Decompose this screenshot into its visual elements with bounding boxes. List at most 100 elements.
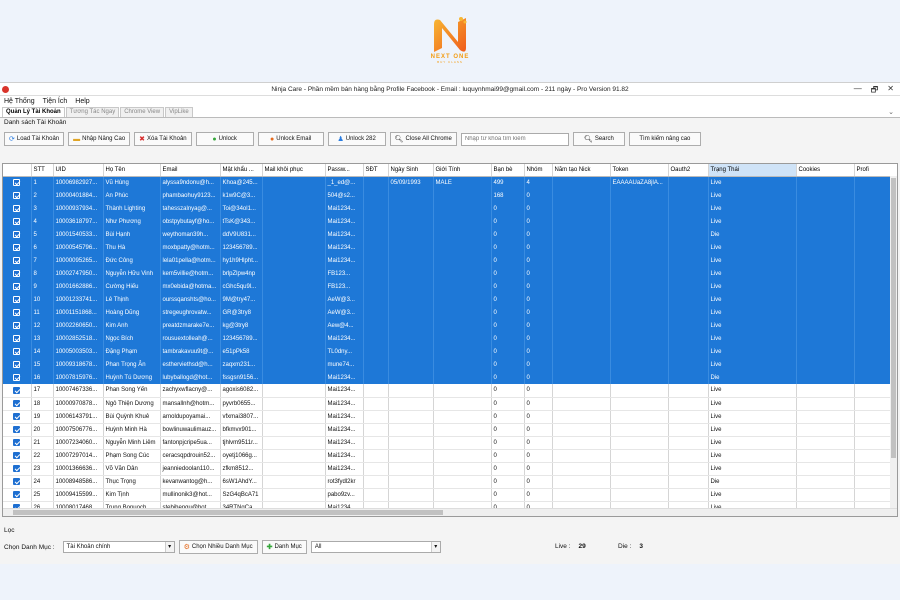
row-checkbox[interactable] xyxy=(3,176,32,189)
row-checkbox[interactable] xyxy=(3,254,32,267)
table-row[interactable]: 23 10001366636... Võ Văn Dân jeanniedoolan1… xyxy=(3,462,897,476)
row-checkbox[interactable] xyxy=(3,293,32,306)
row-checkbox[interactable] xyxy=(3,306,32,319)
table-row[interactable]: 12 10002260650... Kim Anh preatdzmarake7e..… xyxy=(3,319,897,332)
row-checkbox[interactable] xyxy=(3,462,32,476)
search-button[interactable]: 🔍︎ Search xyxy=(572,132,625,146)
column-header[interactable]: Mail khôi phục xyxy=(262,164,326,177)
add-category-button[interactable]: ✚ Danh Mục xyxy=(261,540,307,554)
table-cell: 0 xyxy=(524,228,553,241)
row-checkbox[interactable] xyxy=(3,332,32,345)
row-checkbox[interactable] xyxy=(3,280,32,293)
accounts-grid[interactable]: STT UID Họ Tên Email Mật khẩu ... Mail khôi p… xyxy=(2,163,898,517)
table-row[interactable]: 7 10000095265... Đức Công lela01pella@hotm.… xyxy=(3,254,897,267)
table-row[interactable]: 18 10000970878... Ngô Thiện Dương mansallnh… xyxy=(3,397,897,411)
unlock-button[interactable]: ● Unlock xyxy=(195,132,254,146)
column-header[interactable]: UID xyxy=(53,164,104,177)
row-checkbox[interactable] xyxy=(3,397,32,411)
advanced-import-button[interactable]: ▬ Nhập Nâng Cao xyxy=(68,132,131,146)
table-row[interactable]: 8 10002747950... Nguyễn Hữu Vinh kem5villie… xyxy=(3,267,897,280)
minimize-button[interactable]: — xyxy=(854,84,862,98)
delete-accounts-button[interactable]: ✖ Xóa Tài Khoản xyxy=(134,132,192,146)
column-header[interactable]: Ngày Sinh xyxy=(388,164,434,177)
row-checkbox[interactable] xyxy=(3,358,32,371)
restore-button[interactable]: 🗗 xyxy=(871,84,879,98)
table-row[interactable]: 22 10007297014... Phạm Song Cúc ceracsqpdro… xyxy=(3,449,897,463)
table-row[interactable]: 24 10008948586... Thục Trọng kevanwantog@h.… xyxy=(3,475,897,489)
unlock-email-button[interactable]: ● Unlock Email xyxy=(257,132,324,146)
table-row[interactable]: 9 10001662886... Cường Hiếu mx0ebida@hotma.… xyxy=(3,280,897,293)
column-header[interactable]: SĐT xyxy=(363,164,389,177)
tab-quan-ly-tai-khoan[interactable]: Quản Lý Tài Khoản xyxy=(2,107,65,117)
tab-chrome-view[interactable]: Chrome View xyxy=(120,107,165,117)
chevron-down-icon[interactable]: ⌄ xyxy=(888,108,894,116)
column-header[interactable]: Giới Tính xyxy=(433,164,492,177)
table-row[interactable]: 14 10005003503... Đặng Phạm tambrakavuu9t@.… xyxy=(3,345,897,358)
row-checkbox[interactable] xyxy=(3,202,32,215)
table-cell: tTsK@343... xyxy=(220,215,263,228)
table-row[interactable]: 13 10002852518... Ngọc Bích rousuextolleah@… xyxy=(3,332,897,345)
search-input[interactable] xyxy=(460,132,569,146)
row-checkbox[interactable] xyxy=(3,449,32,463)
menu-he-thong[interactable]: Hệ Thống xyxy=(4,98,35,105)
row-checkbox[interactable] xyxy=(3,436,32,450)
column-header[interactable]: Profi xyxy=(854,164,897,177)
load-accounts-button[interactable]: ⟳ Load Tài Khoản xyxy=(4,132,65,146)
category-select[interactable]: Tài Khoản chính ▾ xyxy=(62,541,175,553)
column-header[interactable]: Trạng Thái xyxy=(708,164,797,177)
table-row[interactable]: 3 10000937934... Thành Lighting tahesszalny… xyxy=(3,202,897,215)
row-checkbox[interactable] xyxy=(3,384,32,398)
row-checkbox[interactable] xyxy=(3,215,32,228)
unlock-282-button[interactable]: ♟ Unlock 282 xyxy=(327,132,386,146)
advanced-search-button[interactable]: Tìm kiếm nâng cao xyxy=(628,132,701,146)
row-checkbox[interactable] xyxy=(3,189,32,202)
table-row[interactable]: 17 10007467336... Phan Song Yến zachyxwflac… xyxy=(3,384,897,398)
table-row[interactable]: 15 10009318678... Phan Trọng Ân esthervieth… xyxy=(3,358,897,371)
table-row[interactable]: 4 10003618797... Như Phương obstpybutayf@ho… xyxy=(3,215,897,228)
column-header[interactable]: STT xyxy=(31,164,54,177)
column-header[interactable]: Họ Tên xyxy=(103,164,161,177)
column-header[interactable]: Email xyxy=(160,164,221,177)
column-header[interactable]: Passw... xyxy=(325,164,364,177)
close-all-chrome-button[interactable]: 🔍︎ Close All Chrome xyxy=(389,132,457,146)
table-row[interactable]: 19 10006143791... Bùi Quỳnh Khuê arnoldupoy… xyxy=(3,410,897,424)
table-row[interactable]: 1 10006982927... Vũ Hùng alyssa9ndonu@h... K… xyxy=(3,176,897,189)
column-header[interactable] xyxy=(3,164,32,177)
table-row[interactable]: 2 10000401884... An Phúc phambaohuy9123... k… xyxy=(3,189,897,202)
column-header[interactable]: Token xyxy=(610,164,669,177)
column-header[interactable]: Nhóm xyxy=(524,164,553,177)
row-checkbox[interactable] xyxy=(3,410,32,424)
menu-help[interactable]: Help xyxy=(75,98,89,105)
table-row[interactable]: 10 10001233741... Lê Thịnh ourssqanshts@ho.… xyxy=(3,293,897,306)
tab-tuong-tac-ngay[interactable]: Tương Tác Ngay xyxy=(65,107,120,117)
table-row[interactable]: 21 10007234060... Nguyễn Minh Liêm fantonpj… xyxy=(3,436,897,450)
row-checkbox[interactable] xyxy=(3,371,32,384)
row-checkbox[interactable] xyxy=(3,241,32,254)
row-checkbox[interactable] xyxy=(3,345,32,358)
table-row[interactable]: 11 10001151868... Hoàng Dũng stregeughrovat… xyxy=(3,306,897,319)
table-row[interactable]: 25 10009415599... Kim Tịnh mullinonik3@hot.… xyxy=(3,488,897,502)
row-checkbox[interactable] xyxy=(3,488,32,502)
horizontal-scrollbar[interactable] xyxy=(3,508,897,516)
table-row[interactable]: 5 10001540533... Bùi Hạnh weythoman39h... dd… xyxy=(3,228,897,241)
column-header[interactable]: Năm tạo Nick xyxy=(552,164,611,177)
row-checkbox[interactable] xyxy=(3,228,32,241)
column-header[interactable]: Cookies xyxy=(796,164,855,177)
vertical-scrollbar[interactable] xyxy=(890,176,897,510)
row-checkbox[interactable] xyxy=(3,319,32,332)
tab-viplike[interactable]: VipLike xyxy=(165,107,193,117)
table-cell xyxy=(433,384,492,398)
table-row[interactable]: 6 10000545796... Thu Hà moxbpatty@hotm... 12… xyxy=(3,241,897,254)
close-button[interactable]: ✕ xyxy=(887,84,894,98)
column-header[interactable]: Mật khẩu ... xyxy=(220,164,263,177)
row-checkbox[interactable] xyxy=(3,423,32,437)
multi-category-button[interactable]: ⚙ Chọn Nhiều Danh Mục xyxy=(178,540,258,554)
menu-tien-ich[interactable]: Tiện Ích xyxy=(43,98,68,105)
table-row[interactable]: 16 10007815976... Huỳnh Tú Dương lubyballog… xyxy=(3,371,897,384)
table-row[interactable]: 20 10007506776... Huỳnh Minh Hà bowlinuwaul… xyxy=(3,423,897,437)
column-header[interactable]: Oauth2 xyxy=(668,164,709,177)
row-checkbox[interactable] xyxy=(3,475,32,489)
filter-select[interactable]: All ▾ xyxy=(310,541,441,553)
column-header[interactable]: Bạn bè xyxy=(491,164,525,177)
row-checkbox[interactable] xyxy=(3,267,32,280)
